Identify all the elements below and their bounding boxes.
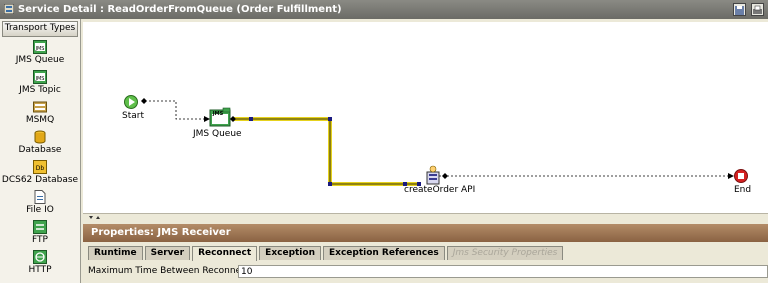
svg-text:JMS: JMS: [35, 76, 45, 82]
start-node-label[interactable]: Start: [122, 111, 144, 121]
msmq-icon: [33, 101, 47, 113]
transport-item-jms-topic[interactable]: JMS JMS Topic: [0, 70, 80, 96]
window-titlebar: Service Detail : ReadOrderFromQueue (Ord…: [0, 0, 768, 19]
transport-item-msmq[interactable]: MSMQ: [0, 100, 80, 126]
save-icon[interactable]: [733, 3, 746, 16]
reconnect-field-row: Maximum Time Between Reconnects (min): [88, 265, 768, 278]
jms-queue-node-port: [230, 116, 236, 122]
service-canvas[interactable]: Start JMS JMS Queue createOrder API End: [83, 22, 768, 221]
collapse-arrows-icon[interactable]: [86, 214, 106, 224]
transport-label: JMS Topic: [19, 85, 61, 95]
transport-item-http[interactable]: HTTP: [0, 250, 80, 276]
properties-panel: Properties: JMS Receiver Runtime Server …: [83, 224, 768, 283]
link-handle: [328, 182, 332, 186]
properties-tabs: Runtime Server Reconnect Exception Excep…: [83, 246, 768, 261]
transport-label: File IO: [26, 205, 54, 215]
transport-item-ftp[interactable]: FTP: [0, 220, 80, 246]
tab-exception[interactable]: Exception: [259, 246, 321, 260]
tab-exception-references[interactable]: Exception References: [322, 246, 445, 260]
transport-item-file-io[interactable]: File IO: [0, 190, 80, 216]
create-order-api-node-port: [442, 173, 448, 179]
tab-jms-security-properties: Jms Security Properties: [446, 246, 564, 260]
end-node-label[interactable]: End: [734, 185, 751, 195]
jms-queue-icon: JMS: [33, 40, 47, 54]
jms-topic-icon: JMS: [33, 70, 47, 84]
transport-label: MSMQ: [25, 115, 55, 125]
max-time-between-reconnects-input[interactable]: [238, 265, 768, 278]
transport-label: DCS62 Database: [1, 175, 79, 185]
jms-badge-label: JMS: [212, 111, 224, 117]
link-jms-createorder: [233, 118, 419, 185]
tab-server[interactable]: Server: [144, 246, 191, 260]
ftp-icon: [33, 220, 47, 234]
transport-label: JMS Queue: [15, 55, 65, 65]
create-order-api-node-icon: [426, 165, 440, 185]
link-arrowhead: [728, 173, 734, 179]
end-node-stop: [738, 173, 744, 179]
service-icon: [4, 4, 14, 14]
svg-text:JMS: JMS: [35, 46, 45, 52]
transport-item-jms-queue[interactable]: JMS JMS Queue: [0, 40, 80, 66]
transport-label: HTTP: [28, 265, 52, 275]
window-title: Service Detail : ReadOrderFromQueue (Ord…: [18, 4, 342, 15]
tab-runtime[interactable]: Runtime: [88, 246, 143, 260]
link-handle: [249, 117, 253, 121]
file-io-icon: [34, 190, 46, 204]
link-handle: [328, 117, 332, 121]
transport-types-palette: Transport Types JMS JMS Queue JMS JMS To…: [0, 19, 81, 283]
transport-label: Database: [18, 145, 62, 155]
properties-title: Properties: JMS Receiver: [83, 224, 768, 242]
transport-item-dcs62-database[interactable]: Db DCS62 Database: [0, 160, 80, 186]
link-jms-createorder-highlight: [233, 117, 419, 186]
create-order-api-node-label[interactable]: createOrder API: [404, 185, 475, 195]
transport-label: FTP: [32, 235, 48, 245]
jms-queue-node-label[interactable]: JMS Queue: [193, 129, 242, 139]
database-icon: [34, 130, 46, 144]
transport-item-database[interactable]: Database: [0, 130, 80, 156]
print-icon[interactable]: [751, 3, 764, 16]
http-icon: [33, 250, 47, 264]
dcs62-database-icon: Db: [33, 160, 47, 174]
tab-reconnect[interactable]: Reconnect: [192, 246, 258, 261]
link-start-jms: [149, 100, 204, 120]
svg-text:Db: Db: [36, 165, 45, 172]
start-node-port: [141, 98, 147, 104]
transport-types-header: Transport Types: [2, 21, 78, 37]
